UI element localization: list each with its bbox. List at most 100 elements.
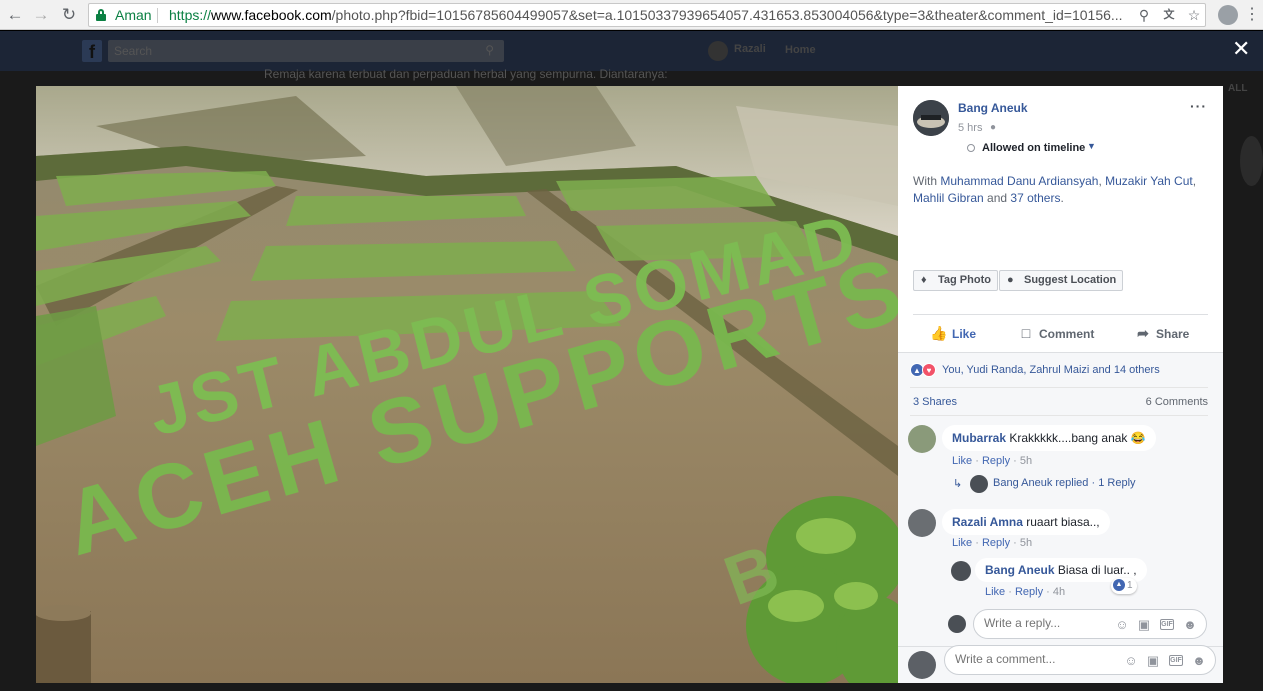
reply-reply-link[interactable]: Reply bbox=[1015, 586, 1043, 598]
close-icon[interactable]: ✕ bbox=[1232, 38, 1250, 60]
lock-icon bbox=[96, 9, 106, 22]
facebook-user-name: Razali bbox=[734, 43, 766, 55]
sticker-icon[interactable]: ☻ bbox=[1191, 653, 1207, 669]
replied-text: Bang Aneuk replied bbox=[993, 477, 1089, 489]
comments-count[interactable]: 6 Comments bbox=[1146, 396, 1208, 408]
reply-count: 1 Reply bbox=[1098, 477, 1136, 489]
chevron-down-icon[interactable]: ▼ bbox=[1087, 141, 1096, 151]
browser-toolbar: ← → ↻ Aman https://www.facebook.com/phot… bbox=[0, 0, 1263, 30]
reply-time[interactable]: 4h bbox=[1053, 586, 1065, 598]
tagged-person-link[interactable]: Mahlil Gibran bbox=[913, 191, 984, 205]
arrow-left-icon[interactable]: ← bbox=[4, 4, 26, 26]
search-icon[interactable]: ⚲ bbox=[1135, 6, 1153, 24]
emoji-icon[interactable]: ☺ bbox=[1114, 617, 1130, 633]
share-button[interactable]: ➦ Share bbox=[1134, 322, 1189, 344]
photo-image[interactable]: JST ABDUL SOMAD ACEH SUPPORTS YOU B bbox=[36, 86, 898, 683]
url-text[interactable]: https://www.facebook.com/photo.php?fbid=… bbox=[169, 7, 1129, 23]
suggest-location-label: Suggest Location bbox=[1024, 274, 1117, 286]
comment-time[interactable]: 5h bbox=[1020, 537, 1032, 549]
tagged-person-link[interactable]: Muhammad Danu Ardiansyah bbox=[940, 174, 1098, 188]
avatar[interactable] bbox=[908, 425, 936, 453]
avatar bbox=[908, 651, 936, 679]
facebook-home-link: Home bbox=[785, 44, 816, 56]
tagged-separator: , bbox=[1098, 174, 1102, 188]
comment-meta: Like · Reply · 5h bbox=[952, 537, 1033, 549]
translate-icon[interactable]: 文 bbox=[1160, 6, 1178, 24]
reply-like-count[interactable]: ▲ 1 bbox=[1111, 578, 1137, 594]
tagged-person-link[interactable]: Muzakir Yah Cut bbox=[1105, 174, 1193, 188]
share-label: Share bbox=[1156, 327, 1190, 341]
and-text: and bbox=[987, 191, 1008, 205]
reply-arrow-icon: ↳ bbox=[953, 478, 963, 490]
reply-author[interactable]: Bang Aneuk bbox=[985, 563, 1055, 577]
camera-icon[interactable]: ▣ bbox=[1145, 653, 1161, 669]
avatar bbox=[948, 615, 966, 633]
reload-icon[interactable]: ↻ bbox=[58, 4, 80, 26]
avatar[interactable] bbox=[908, 509, 936, 537]
like-button[interactable]: 👍 Like bbox=[930, 322, 976, 344]
avatar bbox=[708, 41, 728, 61]
see-all-link: ALL bbox=[1228, 83, 1248, 94]
comment-like-link[interactable]: Like bbox=[952, 537, 972, 549]
gif-icon[interactable]: GIF bbox=[1169, 655, 1183, 666]
thumbs-up-icon: 👍 bbox=[930, 325, 948, 341]
view-replies-link[interactable]: Bang Aneuk replied · 1 Reply bbox=[993, 477, 1136, 489]
post-timestamp[interactable]: 5 hrs bbox=[958, 122, 982, 134]
arrow-right-icon[interactable]: → bbox=[30, 4, 52, 26]
comment-bubble: Razali Amna ruaart biasa.., bbox=[942, 509, 1110, 535]
comment-like-link[interactable]: Like bbox=[952, 455, 972, 467]
post-author-name[interactable]: Bang Aneuk bbox=[958, 101, 1028, 115]
comment-input[interactable] bbox=[955, 652, 1105, 666]
sticker-icon[interactable]: ☻ bbox=[1182, 617, 1198, 633]
url-path: /photo.php?fbid=10156785604499057&set=a.… bbox=[331, 7, 1123, 23]
tagged-separator: , bbox=[1192, 174, 1197, 188]
reply-input[interactable] bbox=[984, 616, 1134, 630]
facebook-topbar: f Search ⚲ Razali Home bbox=[0, 31, 1263, 71]
background-post-text: Remaja karena terbuat dan perpaduan herb… bbox=[264, 67, 668, 81]
divider bbox=[910, 415, 1208, 416]
reactions-summary[interactable]: You, Yudi Randa, Zahrul Maizi and 14 oth… bbox=[942, 364, 1160, 376]
divider bbox=[910, 387, 1208, 388]
comment-text: ruaart biasa.., bbox=[1026, 515, 1100, 529]
more-options-icon[interactable]: ··· bbox=[1190, 98, 1207, 114]
suggest-location-button[interactable]: ● Suggest Location bbox=[999, 270, 1123, 291]
reply-text: Biasa di luar.. , bbox=[1057, 563, 1137, 577]
comment-text: Krakkkkk....bang anak 😂 bbox=[1009, 431, 1146, 445]
comment-time[interactable]: 5h bbox=[1020, 455, 1032, 467]
avatar[interactable] bbox=[913, 100, 949, 136]
camera-icon[interactable]: ▣ bbox=[1136, 617, 1152, 633]
others-link[interactable]: 37 others bbox=[1010, 191, 1060, 205]
emoji-icon[interactable]: ☺ bbox=[1123, 653, 1139, 669]
facebook-logo-icon: f bbox=[82, 40, 102, 62]
others-suffix: . bbox=[1060, 191, 1064, 205]
comment-author[interactable]: Razali Amna bbox=[952, 515, 1023, 529]
share-icon: ➦ bbox=[1137, 325, 1149, 341]
shares-count[interactable]: 3 Shares bbox=[913, 396, 957, 408]
comment-reply-link[interactable]: Reply bbox=[982, 537, 1010, 549]
star-icon[interactable]: ☆ bbox=[1185, 6, 1203, 24]
timeline-status-label[interactable]: Allowed on timeline bbox=[982, 142, 1085, 154]
avatar[interactable] bbox=[951, 561, 971, 581]
url-host: www.facebook.com bbox=[211, 7, 332, 23]
comments-section: ▲ ♥ You, Yudi Randa, Zahrul Maizi and 14… bbox=[898, 352, 1223, 683]
comment-input-box[interactable]: ☺ ▣ GIF ☻ bbox=[944, 645, 1216, 675]
extension-icon[interactable] bbox=[1218, 5, 1238, 25]
comment-icon: □ bbox=[1021, 325, 1031, 341]
menu-icon[interactable]: ⋮ bbox=[1244, 4, 1260, 26]
gif-icon[interactable]: GIF bbox=[1160, 619, 1174, 630]
tag-photo-label: Tag Photo bbox=[938, 274, 991, 286]
reply-like-link[interactable]: Like bbox=[985, 586, 1005, 598]
tagged-people: With Muhammad Danu Ardiansyah, Muzakir Y… bbox=[913, 173, 1213, 207]
comment-author[interactable]: Mubarrak bbox=[952, 431, 1006, 445]
comment-button[interactable]: □ Comment bbox=[1017, 322, 1095, 344]
comment-label: Comment bbox=[1039, 327, 1095, 341]
comment-bubble: Mubarrak Krakkkkk....bang anak 😂 bbox=[942, 425, 1156, 451]
reply-input-box[interactable]: ☺ ▣ GIF ☻ bbox=[973, 609, 1207, 639]
comment-reply-link[interactable]: Reply bbox=[982, 455, 1010, 467]
divider bbox=[913, 314, 1208, 315]
address-bar[interactable]: Aman https://www.facebook.com/photo.php?… bbox=[88, 3, 1206, 27]
tag-photo-button[interactable]: ♦ Tag Photo bbox=[913, 270, 998, 291]
like-label: Like bbox=[952, 327, 977, 341]
location-pin-icon: ● bbox=[1007, 274, 1014, 286]
next-photo-arrow bbox=[1240, 136, 1263, 186]
